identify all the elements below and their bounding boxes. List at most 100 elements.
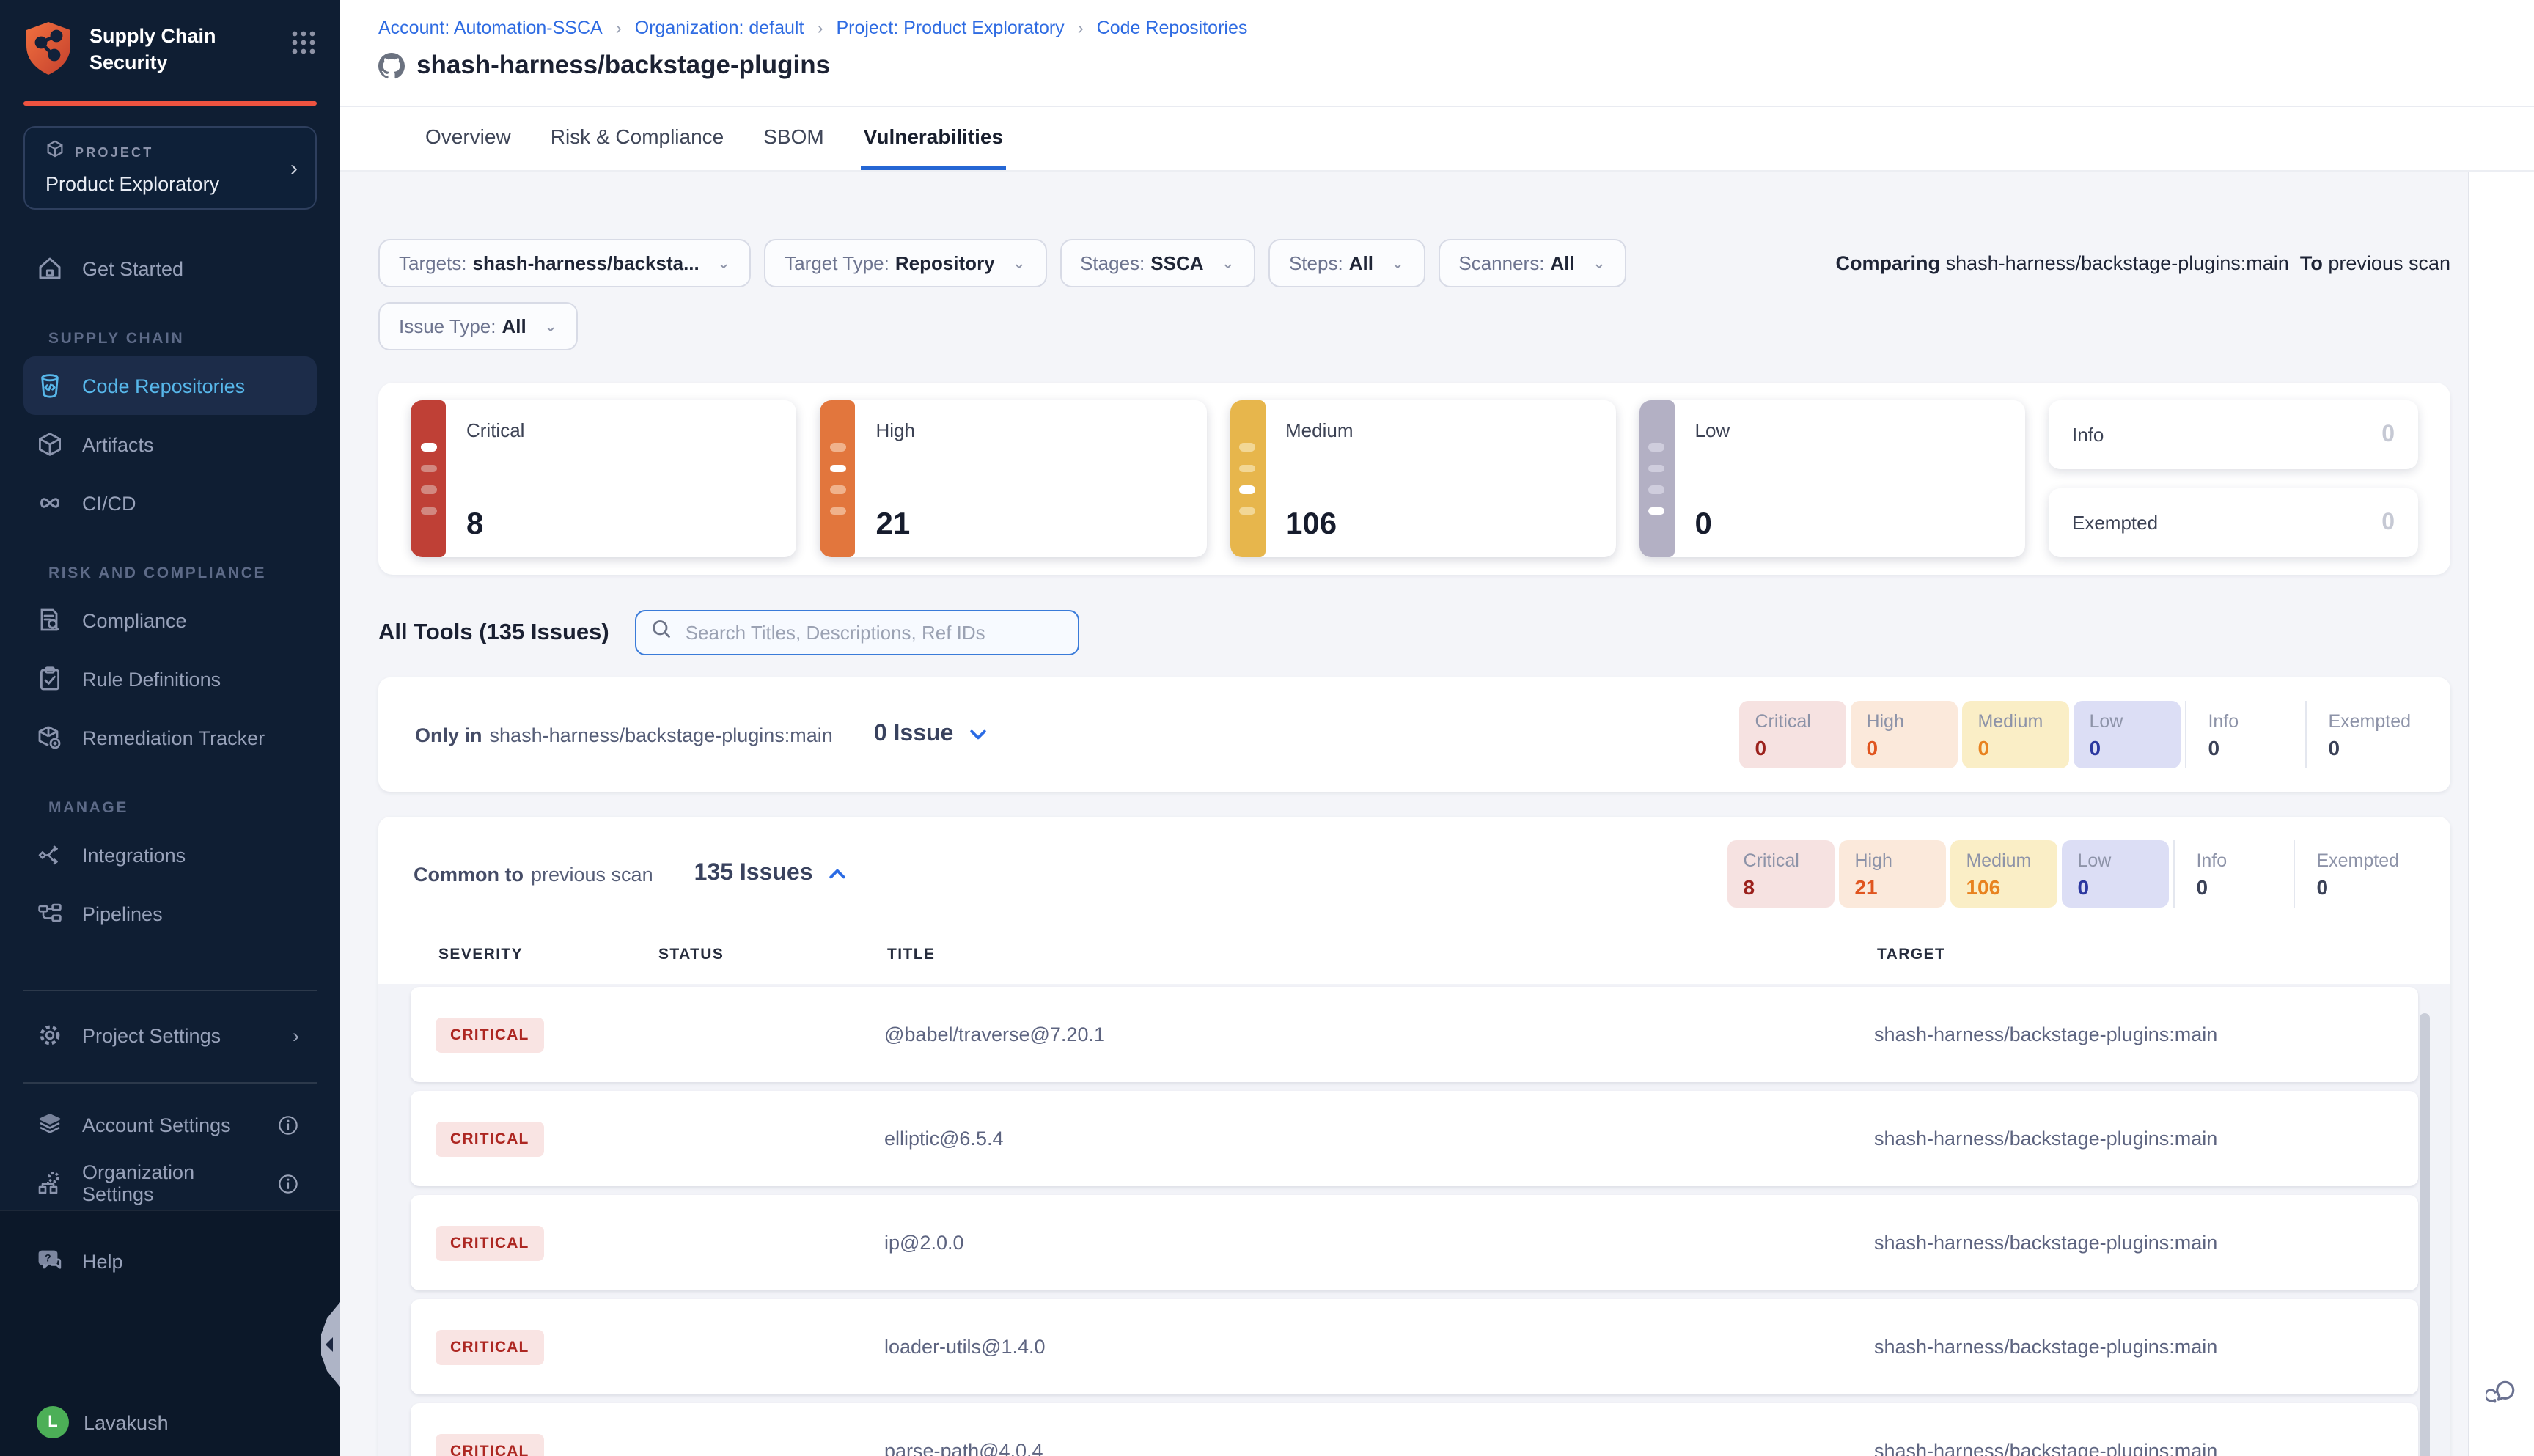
issue-search[interactable] xyxy=(636,610,1080,655)
issue-title: elliptic@6.5.4 xyxy=(884,1128,1874,1150)
chip-exempted[interactable]: Exempted 0 xyxy=(2293,840,2415,908)
issue-title: ip@2.0.0 xyxy=(884,1232,1874,1254)
sidebar-item-remediation-tracker[interactable]: Remediation Tracker xyxy=(23,708,317,767)
sidebar-item-label: Remediation Tracker xyxy=(82,727,265,749)
sidebar-item-label: CI/CD xyxy=(82,492,136,514)
severity-bar-icon xyxy=(820,400,856,557)
chevron-down-icon[interactable] xyxy=(968,724,988,745)
page-header: Account: Automation-SSCA › Organization:… xyxy=(340,0,2534,172)
tab-vulnerabilities[interactable]: Vulnerabilities xyxy=(861,107,1006,170)
sidebar-item-label: Artifacts xyxy=(82,433,154,455)
severity-card-low[interactable]: Low 0 xyxy=(1639,400,2026,557)
chip-medium[interactable]: Medium 106 xyxy=(1950,840,2057,908)
filter-stages[interactable]: Stages: SSCA ⌄ xyxy=(1059,239,1255,287)
chip-medium[interactable]: Medium 0 xyxy=(1961,701,2068,768)
only-in-count: 0 Issue xyxy=(874,721,954,748)
svg-text:?: ? xyxy=(45,1252,51,1264)
chevron-up-icon[interactable] xyxy=(828,864,848,884)
nav-section-supply-chain: SUPPLY CHAIN xyxy=(23,321,317,356)
sidebar-footer: ? Help L Lavakush xyxy=(0,1210,340,1456)
column-status: STATUS xyxy=(658,946,887,963)
chevron-right-icon: › xyxy=(1078,18,1084,38)
module-grid-icon[interactable] xyxy=(290,21,317,63)
chip-exempted[interactable]: Exempted 0 xyxy=(2305,701,2427,768)
severity-card-critical[interactable]: Critical 8 xyxy=(411,400,797,557)
tab-overview[interactable]: Overview xyxy=(422,107,514,170)
breadcrumb-organization[interactable]: Organization: default xyxy=(635,18,804,38)
sidebar-item-label: Integrations xyxy=(82,844,186,866)
sidebar-item-integrations[interactable]: Integrations xyxy=(23,826,317,884)
chip-low[interactable]: Low 0 xyxy=(2073,701,2180,768)
chip-critical[interactable]: Critical 0 xyxy=(1738,701,1846,768)
table-row[interactable]: CRITICAL parse-path@4.0.4 shash-harness/… xyxy=(411,1403,2418,1456)
sidebar-item-label: Help xyxy=(82,1250,123,1272)
chip-high[interactable]: High 0 xyxy=(1850,701,1957,768)
sidebar-item-rule-definitions[interactable]: Rule Definitions xyxy=(23,650,317,708)
project-selector[interactable]: PROJECT Product Exploratory › xyxy=(23,126,317,210)
table-row[interactable]: CRITICAL loader-utils@1.4.0 shash-harnes… xyxy=(411,1299,2418,1394)
common-section: Common to previous scan 135 Issues Criti… xyxy=(378,817,2450,1456)
filter-target-type[interactable]: Target Type: Repository ⌄ xyxy=(764,239,1046,287)
sidebar-item-label: Get Started xyxy=(82,257,183,279)
severity-card-info[interactable]: Info 0 xyxy=(2049,400,2418,469)
filter-issue-type[interactable]: Issue Type: All ⌄ xyxy=(378,302,578,350)
tab-risk-compliance[interactable]: Risk & Compliance xyxy=(548,107,727,170)
severity-badge: CRITICAL xyxy=(436,1329,544,1364)
sidebar-item-get-started[interactable]: Get Started xyxy=(23,239,317,298)
table-row[interactable]: CRITICAL ip@2.0.0 shash-harness/backstag… xyxy=(411,1195,2418,1290)
tab-sbom[interactable]: SBOM xyxy=(760,107,826,170)
filter-targets[interactable]: Targets: shash-harness/backsta... ⌄ xyxy=(378,239,751,287)
scrollbar[interactable] xyxy=(2420,1013,2430,1456)
severity-badge: CRITICAL xyxy=(436,1225,544,1260)
integrations-icon xyxy=(37,842,63,868)
table-row[interactable]: CRITICAL @babel/traverse@7.20.1 shash-ha… xyxy=(411,987,2418,1082)
tab-bar: Overview Risk & Compliance SBOM Vulnerab… xyxy=(340,107,2534,172)
severity-card-medium[interactable]: Medium 106 xyxy=(1230,400,1616,557)
breadcrumb-account[interactable]: Account: Automation-SSCA xyxy=(378,18,603,38)
chevron-down-icon: ⌄ xyxy=(1222,254,1235,273)
sidebar-item-label: Organization Settings xyxy=(82,1161,258,1205)
code-repository-icon xyxy=(37,372,63,399)
sidebar-item-project-settings[interactable]: Project Settings › xyxy=(23,1006,317,1065)
only-in-severity-chips: Critical 0 High 0 Medium 0 Low xyxy=(1734,701,2427,768)
chat-bubbles-icon[interactable] xyxy=(2486,1377,2518,1416)
sidebar-header: Supply Chain Security xyxy=(0,0,340,84)
divider xyxy=(23,990,317,991)
sidebar-item-code-repositories[interactable]: Code Repositories xyxy=(23,356,317,415)
issue-target: shash-harness/backstage-plugins:main xyxy=(1874,1023,2418,1045)
severity-card-high[interactable]: High 21 xyxy=(820,400,1207,557)
sidebar-item-organization-settings[interactable]: Organization Settings xyxy=(23,1154,317,1213)
sidebar: Supply Chain Security PROJECT Product xyxy=(0,0,340,1456)
info-icon[interactable] xyxy=(277,1114,299,1136)
breadcrumb-code-repositories[interactable]: Code Repositories xyxy=(1097,18,1248,38)
chevron-right-icon: › xyxy=(293,1024,299,1046)
issue-target: shash-harness/backstage-plugins:main xyxy=(1874,1336,2418,1358)
sidebar-item-help[interactable]: ? Help xyxy=(23,1232,317,1290)
chevron-right-icon: › xyxy=(817,18,823,38)
sidebar-item-account-settings[interactable]: Account Settings xyxy=(23,1095,317,1154)
sidebar-item-label: Compliance xyxy=(82,609,187,631)
filter-steps[interactable]: Steps: All ⌄ xyxy=(1268,239,1425,287)
chevron-down-icon: ⌄ xyxy=(544,317,557,336)
chip-info[interactable]: Info 0 xyxy=(2173,840,2293,908)
search-input[interactable] xyxy=(683,620,1064,645)
chip-low[interactable]: Low 0 xyxy=(2061,840,2168,908)
user-menu[interactable]: L Lavakush xyxy=(23,1400,169,1444)
breadcrumb-project[interactable]: Project: Product Exploratory xyxy=(836,18,1064,38)
clipboard-check-icon xyxy=(37,666,63,692)
chip-info[interactable]: Info 0 xyxy=(2184,701,2305,768)
avatar: L xyxy=(37,1406,69,1438)
sidebar-collapse-handle[interactable] xyxy=(320,1302,340,1387)
severity-card-exempted[interactable]: Exempted 0 xyxy=(2049,488,2418,557)
sidebar-item-pipelines[interactable]: Pipelines xyxy=(23,884,317,943)
chip-critical[interactable]: Critical 8 xyxy=(1727,840,1834,908)
filter-scanners[interactable]: Scanners: All ⌄ xyxy=(1438,239,1626,287)
sidebar-item-cicd[interactable]: CI/CD xyxy=(23,474,317,532)
gear-icon xyxy=(37,1022,63,1048)
table-row[interactable]: CRITICAL elliptic@6.5.4 shash-harness/ba… xyxy=(411,1091,2418,1186)
sidebar-item-artifacts[interactable]: Artifacts xyxy=(23,415,317,474)
issue-title: @babel/traverse@7.20.1 xyxy=(884,1023,1874,1045)
info-icon[interactable] xyxy=(277,1172,299,1194)
sidebar-item-compliance[interactable]: Compliance xyxy=(23,591,317,650)
chip-high[interactable]: High 21 xyxy=(1838,840,1945,908)
